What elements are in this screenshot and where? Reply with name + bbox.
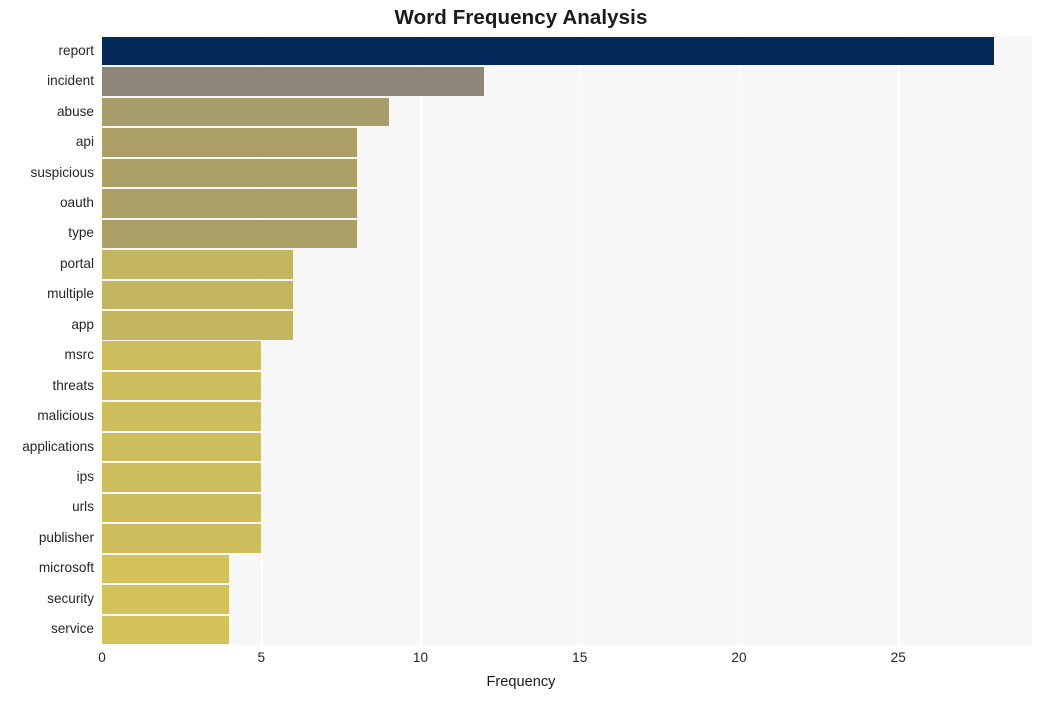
bar-row: [102, 554, 1032, 584]
bar-report[interactable]: [102, 36, 994, 66]
bar-row: [102, 219, 1032, 249]
bar-api[interactable]: [102, 128, 357, 157]
bar-app[interactable]: [102, 311, 294, 340]
bar-applications[interactable]: [102, 432, 262, 462]
bar-row: [102, 493, 1032, 523]
y-tick-label-publisher: publisher: [38, 529, 94, 545]
y-axis-tick-labels: report incident abuse api suspicious oauth typ…: [0, 36, 94, 645]
bar-row: [102, 341, 1032, 370]
y-tick-label-abuse: abuse: [56, 103, 94, 119]
bar-row: [102, 158, 1032, 188]
bar-row: [102, 615, 1032, 645]
y-tick-label-oauth: oauth: [59, 194, 94, 210]
x-axis-label: Frequency: [486, 674, 556, 690]
bar-row: [102, 402, 1032, 431]
y-tick-label-ips: ips: [76, 469, 94, 485]
bar-publisher[interactable]: [102, 524, 262, 553]
bar-incident[interactable]: [102, 67, 485, 96]
y-tick-label-security: security: [47, 590, 94, 606]
bar-msrc[interactable]: [102, 341, 262, 370]
page-title: Word Frequency Analysis: [394, 6, 648, 29]
bar-row: [102, 585, 1032, 614]
bar-row: [102, 36, 1032, 66]
y-tick-label-threats: threats: [52, 377, 94, 393]
x-axis-tick-labels: 0 5 10 15 20 25: [0, 650, 1042, 672]
bar-row: [102, 432, 1032, 462]
bar-multiple[interactable]: [102, 280, 294, 310]
y-tick-label-app: app: [71, 316, 94, 332]
bar-suspicious[interactable]: [102, 158, 357, 188]
bar-row: [102, 97, 1032, 127]
bar-row: [102, 371, 1032, 401]
y-tick-label-report: report: [58, 42, 94, 58]
chart-figure: Word Frequency Analysis report incident ab…: [0, 0, 1042, 701]
bar-row: [102, 311, 1032, 340]
y-tick-label-msrc: msrc: [64, 347, 94, 363]
x-tick-label-25: 25: [890, 650, 906, 665]
bar-threats[interactable]: [102, 371, 262, 401]
bar-row: [102, 250, 1032, 279]
x-tick-label-20: 20: [731, 650, 747, 665]
y-tick-label-malicious: malicious: [37, 408, 94, 424]
bar-row: [102, 67, 1032, 96]
x-tick-label-15: 15: [572, 650, 588, 665]
x-tick-label-10: 10: [412, 650, 429, 665]
y-tick-label-urls: urls: [72, 499, 94, 515]
bar-malicious[interactable]: [102, 402, 262, 431]
bar-security[interactable]: [102, 585, 230, 614]
y-tick-label-suspicious: suspicious: [30, 164, 94, 180]
bar-row: [102, 128, 1032, 157]
y-tick-label-portal: portal: [59, 255, 94, 271]
bar-row: [102, 463, 1032, 492]
bar-row: [102, 189, 1032, 218]
bar-portal[interactable]: [102, 250, 294, 279]
y-tick-label-service: service: [50, 621, 94, 637]
bar-row: [102, 280, 1032, 310]
x-tick-label-5: 5: [257, 650, 266, 665]
y-tick-label-incident: incident: [47, 73, 94, 89]
bar-oauth[interactable]: [102, 189, 357, 218]
bar-row: [102, 524, 1032, 553]
y-tick-label-microsoft: microsoft: [38, 560, 94, 576]
y-tick-label-multiple: multiple: [47, 286, 94, 302]
bar-type[interactable]: [102, 219, 357, 249]
bar-microsoft[interactable]: [102, 554, 230, 584]
y-tick-label-api: api: [75, 134, 94, 150]
y-tick-label-type: type: [68, 225, 94, 241]
y-tick-label-applications: applications: [22, 438, 94, 454]
x-tick-label-0: 0: [98, 650, 106, 665]
plot-area: [102, 36, 1032, 645]
bar-ips[interactable]: [102, 463, 262, 492]
bar-abuse[interactable]: [102, 97, 389, 127]
bar-service[interactable]: [102, 615, 230, 645]
bar-urls[interactable]: [102, 493, 262, 523]
